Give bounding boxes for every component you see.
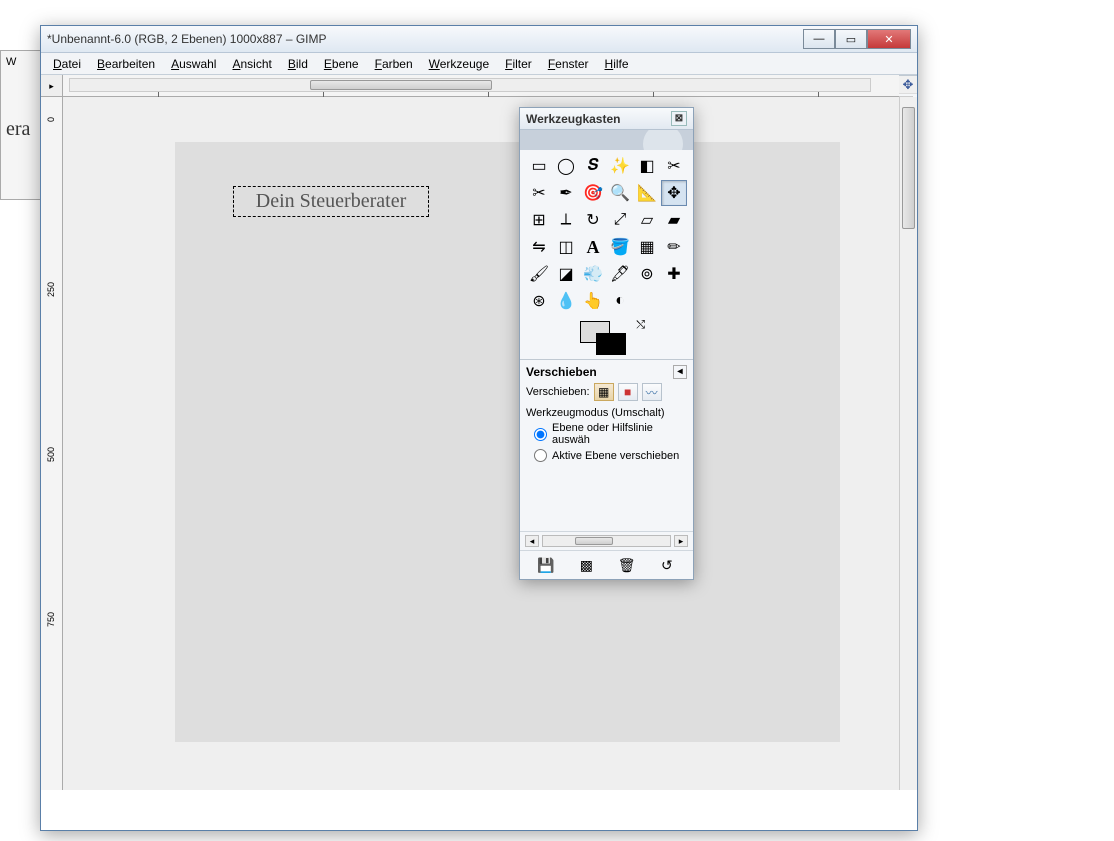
tool-options-panel: Verschieben ◂ Verschieben: ▦ ■ 〰 Werkzeu… — [520, 359, 693, 473]
tool-color-select[interactable]: ◧ — [634, 153, 660, 179]
tool-text[interactable]: A — [580, 234, 606, 260]
tool-dodge[interactable]: ◐ — [607, 288, 633, 314]
save-options-icon[interactable]: 💾 — [536, 555, 556, 575]
move-path-button[interactable]: 〰 — [642, 383, 662, 401]
menu-hilfe[interactable]: Hilfe — [597, 55, 637, 73]
tool-bucket[interactable]: 🪣 — [607, 234, 633, 260]
tool-shear[interactable]: ▱ — [634, 207, 660, 233]
bg-menu-fragment: W — [6, 56, 36, 68]
toolbox-header-decoration — [520, 130, 693, 150]
background-window-fragment: W era — [0, 50, 42, 200]
tool-measure[interactable]: 📐 — [634, 180, 660, 206]
radio-active-layer-input[interactable] — [534, 449, 547, 462]
move-affect-label: Verschieben: — [526, 386, 590, 398]
window-title: *Unbenannt-6.0 (RGB, 2 Ebenen) 1000x887 … — [47, 32, 803, 46]
tool-heal[interactable]: ✚ — [661, 261, 687, 287]
swap-colors-icon[interactable]: ⤭ — [636, 319, 645, 332]
work-area: ▸ 02505007501000 0250500750 Dein Steuerb… — [41, 75, 917, 830]
options-menu-button[interactable]: ◂ — [673, 365, 687, 379]
menu-bild[interactable]: Bild — [280, 55, 316, 73]
ruler-mark: 0 — [46, 117, 56, 122]
tool-cage[interactable]: ◫ — [553, 234, 579, 260]
reset-options-icon[interactable]: ↺ — [657, 555, 677, 575]
menu-ansicht[interactable]: Ansicht — [224, 55, 279, 73]
menu-auswahl[interactable]: Auswahl — [163, 55, 224, 73]
options-hscroll[interactable]: ◂ ▸ — [520, 531, 693, 550]
menu-farben[interactable]: Farben — [367, 55, 421, 73]
menu-datei[interactable]: Datei — [45, 55, 89, 73]
tool-grid: ▭◯𝑺✨◧✂✂✒🎯🔍📐✥⊞⟂↻⤢▱▰⇋◫A🪣▦✏🖌◪💨🖋⊚✚⊛💧👆◐ — [520, 150, 693, 317]
tool-airbrush[interactable]: 💨 — [580, 261, 606, 287]
tool-perspective-clone[interactable]: ⊛ — [526, 288, 552, 314]
menu-fenster[interactable]: Fenster — [540, 55, 597, 73]
tool-blur[interactable]: 💧 — [553, 288, 579, 314]
radio-active-layer[interactable]: Aktive Ebene verschieben — [534, 449, 687, 462]
scroll-right-icon[interactable]: ▸ — [674, 535, 688, 547]
tool-smudge[interactable]: 👆 — [580, 288, 606, 314]
options-bottom-buttons: 💾 ▩ 🗑 ↺ — [520, 550, 693, 579]
tool-blend[interactable]: ▦ — [634, 234, 660, 260]
ruler-mark: 250 — [46, 282, 56, 297]
menu-ebene[interactable]: Ebene — [316, 55, 367, 73]
background-color-swatch[interactable] — [596, 333, 626, 355]
menu-filter[interactable]: Filter — [497, 55, 540, 73]
options-title: Verschieben — [526, 365, 597, 379]
toolbox-panel[interactable]: Werkzeugkasten ⊠ ▭◯𝑺✨◧✂✂✒🎯🔍📐✥⊞⟂↻⤢▱▰⇋◫A🪣▦… — [519, 107, 694, 580]
canvas-page[interactable] — [175, 142, 840, 742]
tool-scale[interactable]: ⤢ — [607, 207, 633, 233]
tool-mode-label: Werkzeugmodus (Umschalt) — [526, 407, 687, 419]
tool-foreground-select[interactable]: ✂ — [526, 180, 552, 206]
tool-rect-select[interactable]: ▭ — [526, 153, 552, 179]
tool-clone[interactable]: ⊚ — [634, 261, 660, 287]
tool-paintbrush[interactable]: 🖌 — [526, 261, 552, 287]
vertical-ruler[interactable]: 0 250 500 750 — [41, 97, 63, 790]
toolbox-titlebar[interactable]: Werkzeugkasten ⊠ — [520, 108, 693, 130]
scroll-track[interactable] — [542, 535, 671, 547]
radio-pick-layer[interactable]: Ebene oder Hilfslinie auswäh — [534, 422, 687, 446]
tool-eraser[interactable]: ◪ — [553, 261, 579, 287]
navigation-icon[interactable]: ✥ — [899, 76, 917, 94]
tool-fuzzy-select[interactable]: ✨ — [607, 153, 633, 179]
toolbox-close-button[interactable]: ⊠ — [671, 111, 687, 126]
gimp-main-window: *Unbenannt-6.0 (RGB, 2 Ebenen) 1000x887 … — [40, 25, 918, 831]
bg-text-fragment: era — [6, 118, 36, 141]
menu-bearbeiten[interactable]: Bearbeiten — [89, 55, 163, 73]
tool-move[interactable]: ✥ — [661, 180, 687, 206]
ruler-origin[interactable]: ▸ — [41, 75, 63, 97]
maximize-button[interactable]: ▭ — [835, 29, 867, 49]
ruler-mark: 500 — [46, 447, 56, 462]
delete-options-icon[interactable]: 🗑 — [617, 555, 637, 575]
tool-zoom[interactable]: 🔍 — [607, 180, 633, 206]
canvas-text-layer: Dein Steuerberater — [256, 190, 406, 213]
restore-options-icon[interactable]: ▩ — [576, 555, 596, 575]
tool-paths[interactable]: ✒ — [553, 180, 579, 206]
tool-color-picker[interactable]: 🎯 — [580, 180, 606, 206]
tool-rotate[interactable]: ↻ — [580, 207, 606, 233]
horizontal-scrollbar[interactable] — [69, 78, 871, 92]
toolbox-title-text: Werkzeugkasten — [526, 112, 620, 126]
floating-selection[interactable]: Dein Steuerberater — [233, 186, 429, 217]
tool-ink[interactable]: 🖋 — [607, 261, 633, 287]
tool-pencil[interactable]: ✏ — [661, 234, 687, 260]
color-swatches[interactable]: ⤭ — [520, 317, 693, 359]
vertical-scrollbar[interactable] — [899, 97, 917, 790]
tool-perspective[interactable]: ▰ — [661, 207, 687, 233]
close-button[interactable]: ✕ — [867, 29, 911, 49]
canvas-viewport[interactable]: Dein Steuerberater — [63, 97, 899, 790]
radio-pick-layer-input[interactable] — [534, 428, 547, 441]
titlebar[interactable]: *Unbenannt-6.0 (RGB, 2 Ebenen) 1000x887 … — [41, 26, 917, 53]
move-layer-button[interactable]: ▦ — [594, 383, 614, 401]
scroll-left-icon[interactable]: ◂ — [525, 535, 539, 547]
menu-bar: DateiBearbeitenAuswahlAnsichtBildEbeneFa… — [41, 53, 917, 75]
ruler-mark: 750 — [46, 612, 56, 627]
tool-crop[interactable]: ⟂ — [553, 207, 579, 233]
tool-free-select[interactable]: 𝑺 — [580, 153, 606, 179]
minimize-button[interactable]: — — [803, 29, 835, 49]
tool-scissors[interactable]: ✂ — [661, 153, 687, 179]
menu-werkzeuge[interactable]: Werkzeuge — [421, 55, 497, 73]
tool-align[interactable]: ⊞ — [526, 207, 552, 233]
tool-flip[interactable]: ⇋ — [526, 234, 552, 260]
move-selection-button[interactable]: ■ — [618, 383, 638, 401]
tool-ellipse-select[interactable]: ◯ — [553, 153, 579, 179]
